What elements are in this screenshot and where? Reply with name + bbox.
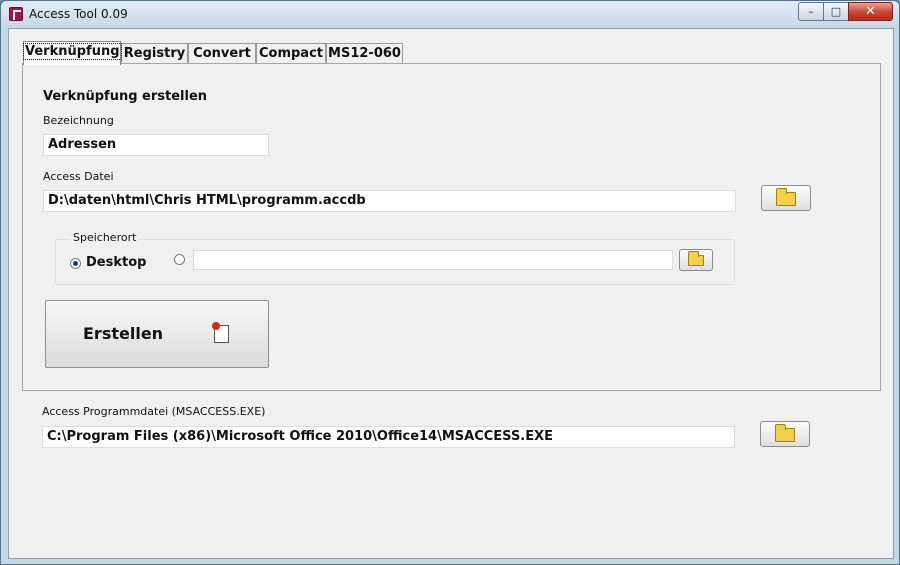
create-shortcut-button[interactable]: Erstellen — [45, 300, 269, 368]
folder-icon — [776, 188, 796, 206]
tab-verknuepfung[interactable]: Verknüpfung — [23, 41, 122, 65]
tab-convert[interactable]: Convert — [188, 43, 256, 64]
new-document-icon — [212, 322, 229, 343]
tab-registry[interactable]: Registry — [121, 43, 188, 64]
tab-ms12-060[interactable]: MS12-060 — [326, 43, 403, 64]
browse-program-file-button[interactable] — [760, 421, 810, 447]
access-file-label: Access Datei — [43, 170, 114, 183]
create-shortcut-label: Erstellen — [83, 324, 164, 343]
browse-access-file-button[interactable] — [761, 185, 811, 211]
section-heading: Verknüpfung erstellen — [43, 89, 208, 104]
folder-icon — [775, 424, 795, 442]
access-file-field[interactable]: D:\daten\html\Chris HTML\programm.accdb — [43, 190, 736, 212]
maximize-button[interactable]: □ — [823, 2, 849, 21]
app-window: Access Tool 0.09 – □ ✕ Verknüpfung Regis… — [0, 0, 900, 565]
custom-location-field[interactable] — [193, 250, 673, 270]
location-group-label: Speicherort — [70, 231, 140, 244]
desktop-radio[interactable] — [70, 258, 81, 269]
title-bar[interactable]: Access Tool 0.09 – □ ✕ — [1, 1, 899, 27]
program-file-label: Access Programmdatei (MSACCESS.EXE) — [42, 405, 266, 418]
close-button[interactable]: ✕ — [848, 2, 893, 21]
window-title: Access Tool 0.09 — [29, 7, 128, 21]
tab-compact[interactable]: Compact — [256, 43, 326, 64]
desktop-radio-label[interactable]: Desktop — [86, 255, 146, 270]
client-area: Verknüpfung Registry Convert Compact MS1… — [8, 28, 894, 559]
program-file-field[interactable]: C:\Program Files (x86)\Microsoft Office … — [42, 426, 735, 448]
folder-icon — [688, 251, 704, 266]
tab-panel-verknuepfung: Verknüpfung erstellen Bezeichnung Adress… — [22, 63, 881, 391]
name-field[interactable]: Adressen — [43, 134, 269, 156]
minimize-button[interactable]: – — [798, 2, 824, 21]
name-label: Bezeichnung — [43, 114, 114, 127]
location-group: Speicherort Desktop — [55, 231, 735, 285]
access-app-icon — [9, 7, 23, 21]
browse-location-button[interactable] — [679, 249, 713, 271]
custom-location-radio[interactable] — [174, 254, 185, 265]
